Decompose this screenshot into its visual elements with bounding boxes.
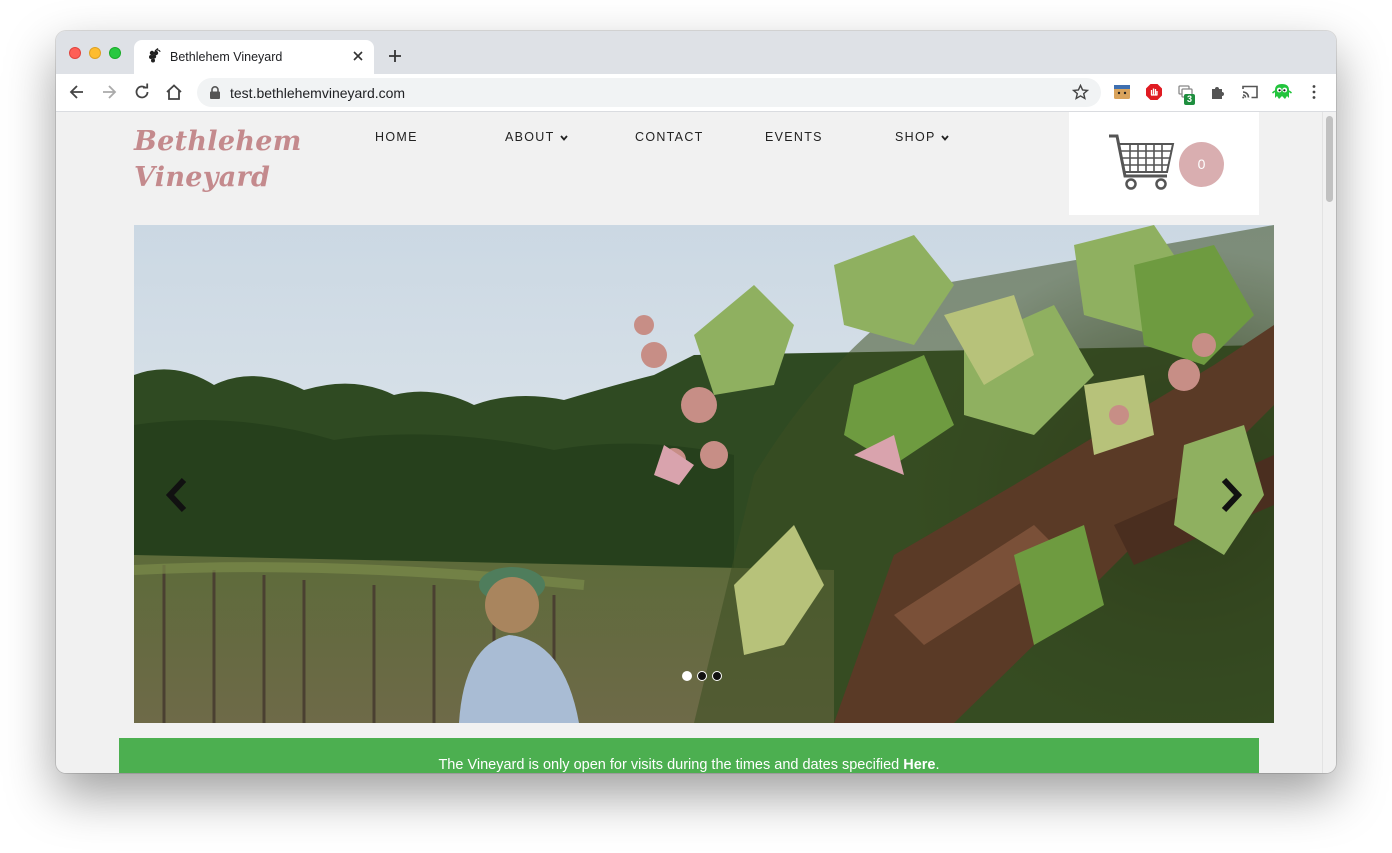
browser-menu-icon[interactable] xyxy=(1305,83,1323,101)
forward-icon[interactable] xyxy=(100,83,118,101)
nav-about[interactable]: ABOUT xyxy=(505,130,568,144)
bookmark-star-icon[interactable] xyxy=(1072,84,1089,101)
site-logo[interactable]: Bethlehem Vineyard xyxy=(134,124,302,196)
chevron-down-icon xyxy=(559,135,568,141)
chevron-right-icon[interactable] xyxy=(1216,475,1246,515)
address-bar[interactable]: test.bethlehemvineyard.com xyxy=(197,78,1101,107)
vineyard-photo xyxy=(134,225,1274,723)
browser-tab[interactable]: Bethlehem Vineyard xyxy=(134,40,374,74)
hero-slider[interactable] xyxy=(134,225,1274,723)
page-scrollbar[interactable] xyxy=(1322,112,1336,773)
slider-dot-2[interactable] xyxy=(697,671,707,681)
logo-line-2: Vineyard xyxy=(134,162,271,193)
browser-toolbar: test.bethlehemvineyard.com 3 xyxy=(56,74,1336,112)
browser-window: Bethlehem Vineyard test.bethlehemvineyar… xyxy=(56,31,1336,773)
close-window-button[interactable] xyxy=(69,47,81,59)
close-tab-icon[interactable] xyxy=(350,48,366,64)
slider-dot-3[interactable] xyxy=(712,671,722,681)
slider-dot-1[interactable] xyxy=(682,671,692,681)
nav-home[interactable]: HOME xyxy=(375,130,418,144)
monster-extension-icon[interactable] xyxy=(1271,81,1293,103)
grapes-icon xyxy=(149,48,161,63)
nav-shop[interactable]: SHOP xyxy=(895,130,949,144)
ad-blocker-icon[interactable] xyxy=(1145,83,1163,101)
back-icon[interactable] xyxy=(68,83,86,101)
notice-end: . xyxy=(935,757,940,773)
tab-title: Bethlehem Vineyard xyxy=(170,50,283,64)
extension-box-icon[interactable] xyxy=(1113,83,1131,101)
lock-icon xyxy=(210,86,220,99)
cast-icon[interactable] xyxy=(1241,83,1259,101)
notice-text: The Vineyard is only open for visits dur… xyxy=(438,757,904,773)
zoom-window-button[interactable] xyxy=(109,47,121,59)
shopping-cart-icon xyxy=(1109,134,1175,190)
minimize-window-button[interactable] xyxy=(89,47,101,59)
visit-notice-banner: The Vineyard is only open for visits dur… xyxy=(119,738,1259,773)
cart-count-badge: 0 xyxy=(1179,142,1224,187)
reload-icon[interactable] xyxy=(133,83,151,101)
nav-events[interactable]: EVENTS xyxy=(765,130,823,144)
nav-about-label: ABOUT xyxy=(505,130,555,144)
logo-line-1: Bethlehem xyxy=(134,126,302,157)
extensions-puzzle-icon[interactable] xyxy=(1209,83,1227,101)
web-page: Bethlehem Vineyard HOME ABOUT CONTACT EV… xyxy=(56,112,1322,773)
scrollbar-thumb[interactable] xyxy=(1326,116,1333,202)
extension-badge: 3 xyxy=(1184,94,1196,105)
notice-here-link[interactable]: Here xyxy=(903,757,935,773)
chevron-down-icon xyxy=(940,135,949,141)
url-text: test.bethlehemvineyard.com xyxy=(230,85,406,101)
home-icon[interactable] xyxy=(165,83,183,101)
new-tab-icon[interactable] xyxy=(387,48,403,64)
cart-widget[interactable]: 0 xyxy=(1069,112,1259,215)
nav-contact[interactable]: CONTACT xyxy=(635,130,704,144)
tab-strip: Bethlehem Vineyard xyxy=(56,31,1336,74)
chevron-left-icon[interactable] xyxy=(162,475,192,515)
nav-shop-label: SHOP xyxy=(895,130,936,144)
